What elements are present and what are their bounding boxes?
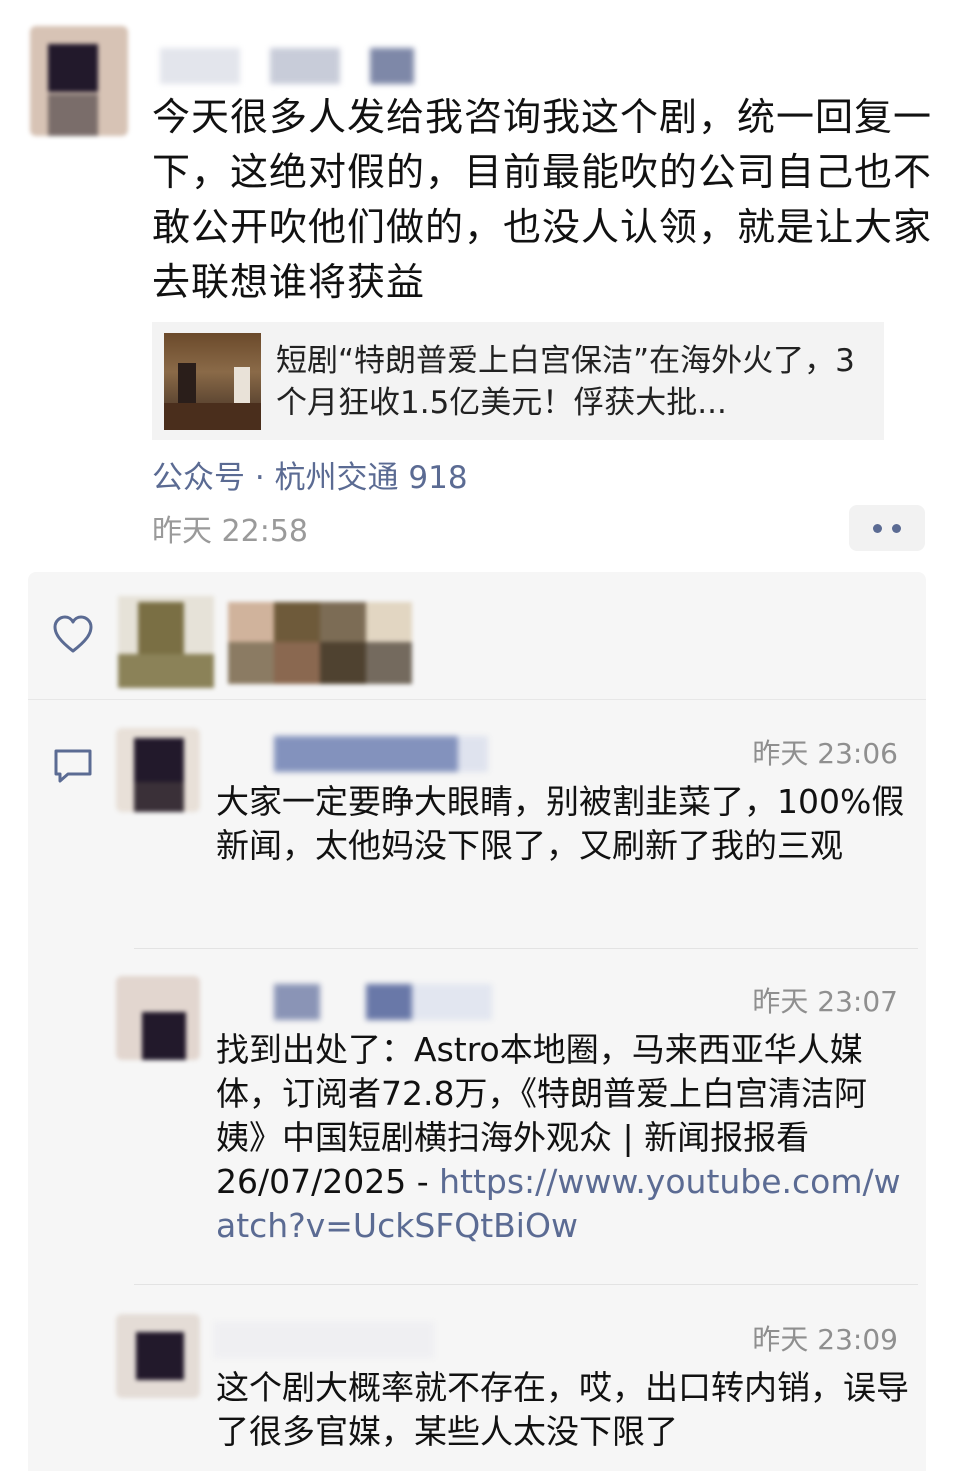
comment-item[interactable]: 昨天 23:07 找到出处了：Astro本地圈，马来西亚华人媒体，订阅者72.8… (116, 976, 906, 1266)
comment-avatar[interactable] (116, 1314, 200, 1398)
link-card-thumbnail (164, 333, 261, 430)
like-avatar-2[interactable] (228, 596, 414, 688)
comment-text: 大家一定要睁大眼睛，别被割韭菜了，100%假新闻，太他妈没下限了，又刷新了我的三… (216, 782, 905, 865)
comment-time: 昨天 23:09 (752, 1323, 898, 1356)
post-avatar[interactable] (30, 26, 128, 136)
post-author-name[interactable] (130, 44, 430, 88)
comment-text: 找到出处了：Astro本地圈，马来西亚华人媒体，订阅者72.8万，《特朗普爱上白… (216, 1028, 916, 1248)
comment-time: 昨天 23:07 (752, 985, 898, 1018)
heart-icon[interactable] (52, 615, 94, 655)
link-card[interactable]: 短剧“特朗普爱上白宫保洁”在海外火了，3个月狂收1.5亿美元！俘获大批... (152, 322, 884, 440)
comment-icon (54, 749, 92, 783)
comment-text: 这个剧大概率就不存在，哎，出口转内销，误导了很多官媒，某些人太没下限了 (216, 1368, 909, 1451)
like-avatar-1[interactable] (118, 596, 214, 688)
comment-divider (134, 1284, 918, 1285)
comment-avatar[interactable] (116, 976, 200, 1060)
post-time: 昨天 22:58 (152, 514, 308, 549)
comment-area: 昨天 23:06 大家一定要睁大眼睛，别被割韭菜了，100%假新闻，太他妈没下限… (28, 572, 926, 1471)
comment-author-name[interactable] (214, 734, 514, 774)
more-icon (873, 524, 882, 533)
comment-avatar[interactable] (116, 728, 200, 812)
likes-divider (28, 699, 926, 700)
comment-item[interactable]: 昨天 23:09 这个剧大概率就不存在，哎，出口转内销，误导了很多官媒，某些人太… (116, 1314, 909, 1471)
post-text: 今天很多人发给我咨询我这个剧，统一回复一下，这绝对假的，目前最能吹的公司自己也不… (152, 95, 933, 304)
comment-divider (134, 948, 918, 949)
comment-author-name[interactable] (214, 1320, 514, 1360)
post-source[interactable]: 公众号 · 杭州交通 918 (152, 452, 468, 497)
comment-item[interactable]: 昨天 23:06 大家一定要睁大眼睛，别被割韭菜了，100%假新闻，太他妈没下限… (116, 728, 906, 918)
comment-time: 昨天 23:06 (752, 737, 898, 770)
comment-author-name[interactable] (214, 982, 514, 1022)
more-button[interactable] (849, 505, 925, 551)
link-card-title: 短剧“特朗普爱上白宫保洁”在海外火了，3个月狂收1.5亿美元！俘获大批... (276, 343, 855, 421)
